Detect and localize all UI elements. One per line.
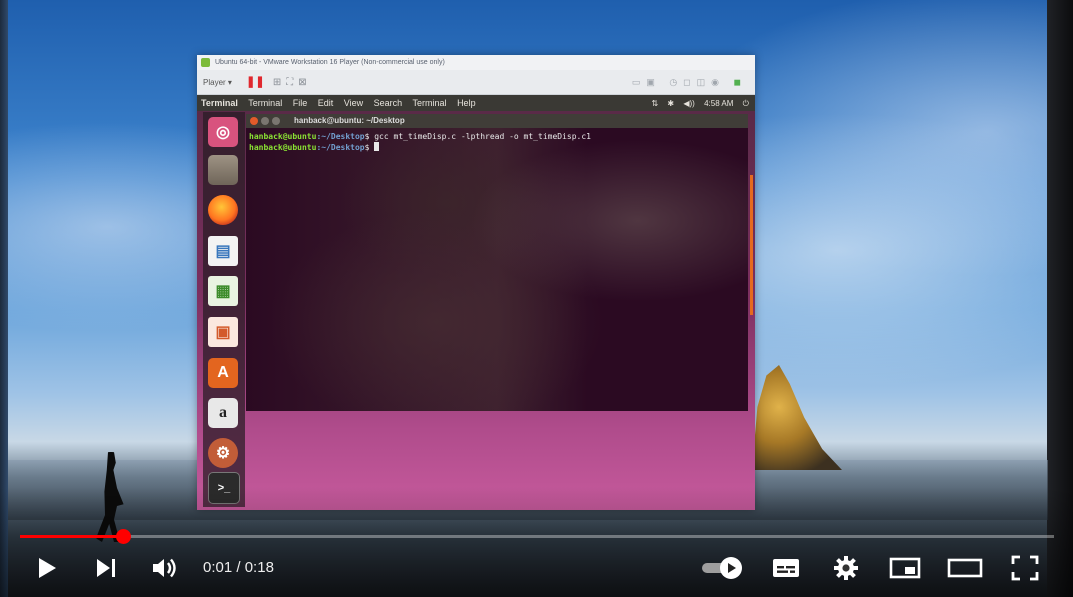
terminal-window[interactable]: hanback@ubuntu: ~/Desktop hanback@ubuntu… [246,114,748,411]
autoplay-toggle[interactable] [700,551,746,585]
video-player[interactable]: Ubuntu 64-bit - VMware Workstation 16 Pl… [0,0,1073,597]
wallpaper-cliff [752,365,842,470]
close-icon[interactable] [250,117,258,125]
next-button[interactable] [92,551,120,585]
clock[interactable]: 4:58 AM [704,99,733,108]
software-center-icon[interactable]: A [208,358,238,388]
terminal-command: $ gcc mt_timeDisp.c -lpthread -o mt_time… [364,132,591,141]
vm-device-icons[interactable]: ▭▣ ◷◻◫◉ ◼ [632,70,747,94]
calc-icon[interactable]: ▦ [208,276,238,306]
terminal-command: $ [364,143,375,152]
pause-vm-icon[interactable]: ❚❚ [246,70,264,94]
gear-icon [834,556,858,580]
next-icon [97,559,115,577]
mute-button[interactable] [151,551,179,585]
terminal-line: hanback@ubuntu:~/Desktop$ [249,142,748,153]
play-icon [39,558,56,578]
vmware-titlebar: Ubuntu 64-bit - VMware Workstation 16 Pl… [197,55,755,70]
terminal-line: hanback@ubuntu:~/Desktop$ gcc mt_timeDis… [249,131,748,142]
menu-view[interactable]: View [344,98,363,108]
vmware-window-title: Ubuntu 64-bit - VMware Workstation 16 Pl… [215,59,445,66]
subtitles-button[interactable] [771,551,801,585]
progress-bar[interactable] [20,535,1054,538]
vmware-logo-icon [201,58,210,67]
writer-icon[interactable]: ▤ [208,236,238,266]
files-icon[interactable] [208,155,238,185]
vmware-window: Ubuntu 64-bit - VMware Workstation 16 Pl… [197,55,755,510]
menu-search[interactable]: Search [374,98,403,108]
terminal-dir: :~/Desktop [316,143,365,152]
ubuntu-launcher: ◎ ▤ ▦ ▣ A a ⚙ >_ [203,112,245,507]
volume-icon[interactable]: ◀)) [683,99,694,108]
amazon-icon[interactable]: a [208,398,238,428]
menu-terminal[interactable]: Terminal [248,98,282,108]
vmware-toolbar: Player ▾ ❚❚ ⊞⛶⊠ ▭▣ ◷◻◫◉ ◼ [197,70,755,95]
settings-button[interactable] [831,551,861,585]
menu-help[interactable]: Help [457,98,476,108]
minimize-icon[interactable] [261,117,269,125]
network-icon[interactable]: ⇅ [651,99,658,108]
bluetooth-icon[interactable]: ✱ [667,99,674,108]
autoplay-icon [702,557,742,579]
system-tray: ⇅ ✱ ◀)) 4:58 AM ⏻ [644,95,749,112]
time-display: 0:01 / 0:18 [203,559,274,577]
theater-mode-button[interactable] [946,551,984,585]
menu-edit[interactable]: Edit [318,98,334,108]
terminal-titlebar: hanback@ubuntu: ~/Desktop [246,114,748,128]
fullscreen-icon [1011,555,1039,581]
impress-icon[interactable]: ▣ [208,317,238,347]
terminal-prompt: hanback@ubuntu [249,132,317,141]
time-separator: / [232,559,245,576]
terminal-title: hanback@ubuntu: ~/Desktop [294,116,405,125]
captions-icon [773,559,799,577]
duration: 0:18 [244,559,274,576]
terminal-prompt: hanback@ubuntu [249,143,317,152]
vm-toolbar-icons[interactable]: ⊞⛶⊠ [273,71,312,95]
dash-icon[interactable]: ◎ [208,117,238,147]
miniplayer-icon [889,557,921,579]
menu-file[interactable]: File [293,98,308,108]
progress-played [20,535,124,538]
terminal-output[interactable]: hanback@ubuntu:~/Desktop$ gcc mt_timeDis… [246,128,748,153]
terminal-cursor [374,142,380,151]
terminal-dir: :~/Desktop [316,132,365,141]
settings-icon[interactable]: ⚙ [208,438,238,468]
fullscreen-button[interactable] [1010,551,1040,585]
power-icon[interactable]: ⏻ [743,99,749,108]
theater-icon [947,558,983,578]
app-name: Terminal [201,98,238,108]
vm-edge-scroll [750,175,753,315]
player-menu[interactable]: Player ▾ [203,78,232,87]
ubuntu-top-bar: Terminal Terminal File Edit View Search … [197,95,755,112]
firefox-icon[interactable] [208,195,238,225]
current-time: 0:01 [203,559,233,576]
miniplayer-button[interactable] [888,551,922,585]
maximize-icon[interactable] [272,117,280,125]
play-button[interactable] [34,551,60,585]
menu-terminal-2[interactable]: Terminal [413,98,447,108]
volume-high-icon [153,558,176,578]
